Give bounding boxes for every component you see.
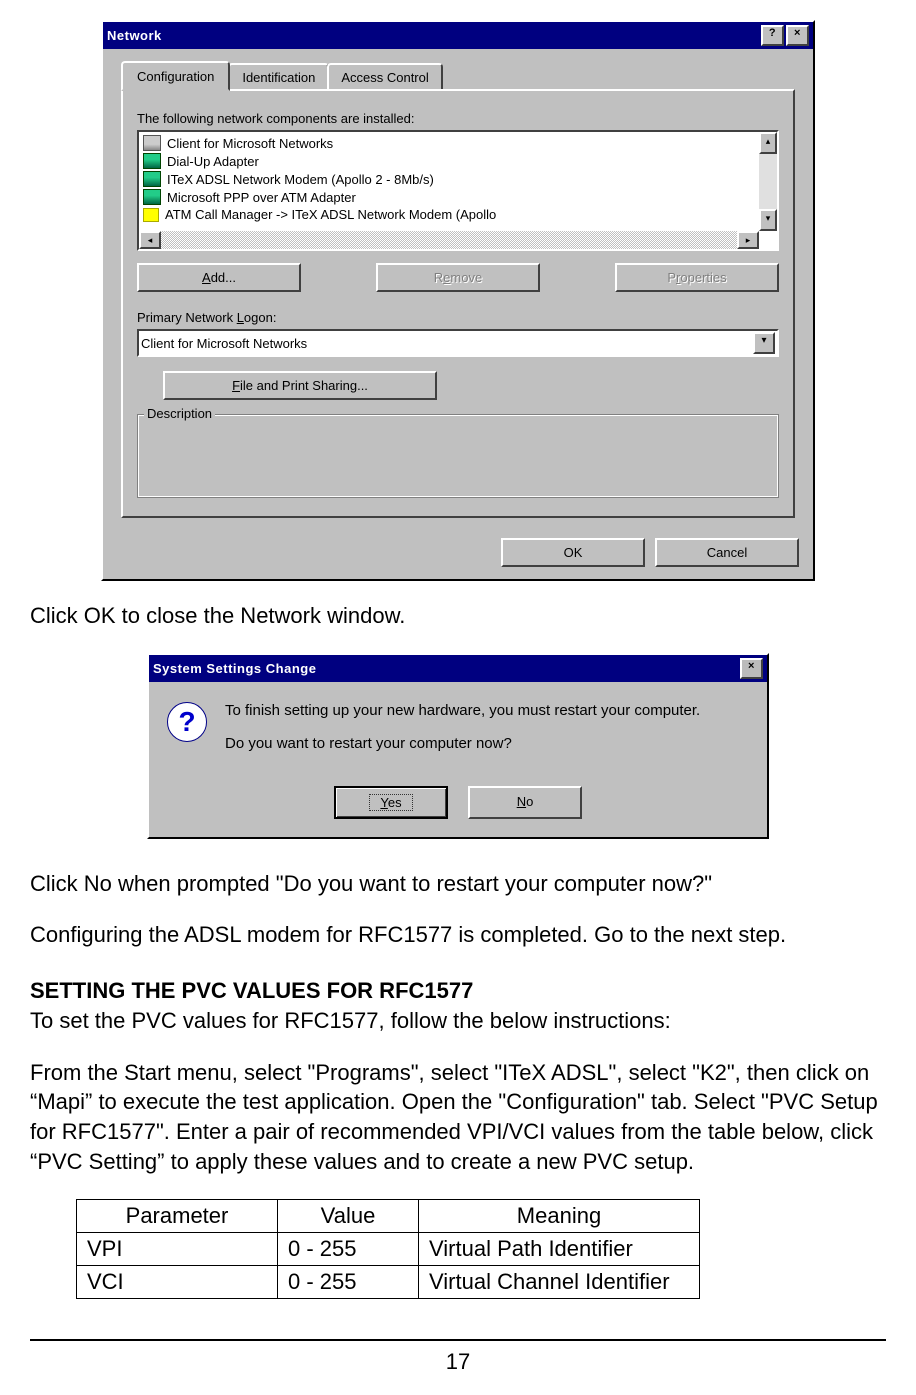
tab-configuration[interactable]: Configuration <box>121 61 230 91</box>
scroll-right-icon[interactable]: ▸ <box>737 231 759 249</box>
window-title: System Settings Change <box>153 661 316 676</box>
list-item[interactable]: Client for Microsoft Networks <box>141 134 775 152</box>
scroll-down-icon[interactable]: ▾ <box>759 209 777 231</box>
logon-value: Client for Microsoft Networks <box>141 336 307 351</box>
ok-button[interactable]: OK <box>501 538 645 567</box>
tab-access-control[interactable]: Access Control <box>327 63 442 91</box>
instruction-text: To set the PVC values for RFC1577, follo… <box>30 1006 886 1036</box>
adapter-icon <box>143 171 161 187</box>
instruction-text: Configuring the ADSL modem for RFC1577 i… <box>30 920 886 950</box>
help-icon[interactable]: ? <box>761 25 784 46</box>
instruction-text: From the Start menu, select "Programs", … <box>30 1058 886 1177</box>
window-title: Network <box>107 28 162 43</box>
yes-button[interactable]: Yes <box>334 786 448 819</box>
add-button[interactable]: Add... <box>137 263 301 292</box>
dialog-message: To finish setting up your new hardware, … <box>225 702 700 768</box>
remove-button: Remove <box>376 263 540 292</box>
list-item[interactable]: Dial-Up Adapter <box>141 152 775 170</box>
section-heading: SETTING THE PVC VALUES FOR RFC1577 <box>30 978 886 1004</box>
client-icon <box>143 135 161 151</box>
description-label: Description <box>144 406 215 421</box>
table-row: Parameter Value Meaning <box>77 1199 700 1232</box>
no-button[interactable]: No <box>468 786 582 819</box>
vertical-scrollbar[interactable]: ▴▾ <box>759 132 777 231</box>
protocol-icon <box>143 208 159 222</box>
cancel-button[interactable]: Cancel <box>655 538 799 567</box>
table-row: VPI 0 - 255 Virtual Path Identifier <box>77 1232 700 1265</box>
adapter-icon <box>143 153 161 169</box>
table-row: VCI 0 - 255 Virtual Channel Identifier <box>77 1265 700 1298</box>
horizontal-scrollbar[interactable]: ◂▸ <box>139 231 759 249</box>
tab-identification[interactable]: Identification <box>228 63 329 91</box>
instruction-text: Click OK to close the Network window. <box>30 601 886 631</box>
close-icon[interactable]: × <box>786 25 809 46</box>
config-panel: The following network components are ins… <box>121 89 795 518</box>
page-number: 17 <box>30 1339 886 1375</box>
chevron-down-icon[interactable]: ▾ <box>753 332 775 354</box>
close-icon[interactable]: × <box>740 658 763 679</box>
titlebar: System Settings Change × <box>149 655 767 682</box>
adapter-icon <box>143 189 161 205</box>
components-listbox[interactable]: Client for Microsoft Networks Dial-Up Ad… <box>137 130 779 251</box>
scroll-up-icon[interactable]: ▴ <box>759 132 777 154</box>
installed-label: The following network components are ins… <box>137 111 779 126</box>
question-icon: ? <box>167 702 207 742</box>
titlebar: Network ? × <box>103 22 813 49</box>
file-print-sharing-button[interactable]: File and Print Sharing... <box>163 371 437 400</box>
pvc-table: Parameter Value Meaning VPI 0 - 255 Virt… <box>76 1199 700 1299</box>
restart-dialog: System Settings Change × ? To finish set… <box>147 653 769 839</box>
tab-strip: Configuration Identification Access Cont… <box>121 61 795 91</box>
logon-combobox[interactable]: Client for Microsoft Networks ▾ <box>137 329 779 357</box>
list-item[interactable]: ATM Call Manager -> ITeX ADSL Network Mo… <box>141 206 775 223</box>
properties-button: Properties <box>615 263 779 292</box>
scroll-left-icon[interactable]: ◂ <box>139 231 161 249</box>
network-dialog: Network ? × Configuration Identification… <box>101 20 815 581</box>
instruction-text: Click No when prompted "Do you want to r… <box>30 869 886 899</box>
logon-label: Primary Network Logon: <box>137 310 779 325</box>
list-item[interactable]: Microsoft PPP over ATM Adapter <box>141 188 775 206</box>
list-item[interactable]: ITeX ADSL Network Modem (Apollo 2 - 8Mb/… <box>141 170 775 188</box>
description-group: Description <box>137 414 779 498</box>
